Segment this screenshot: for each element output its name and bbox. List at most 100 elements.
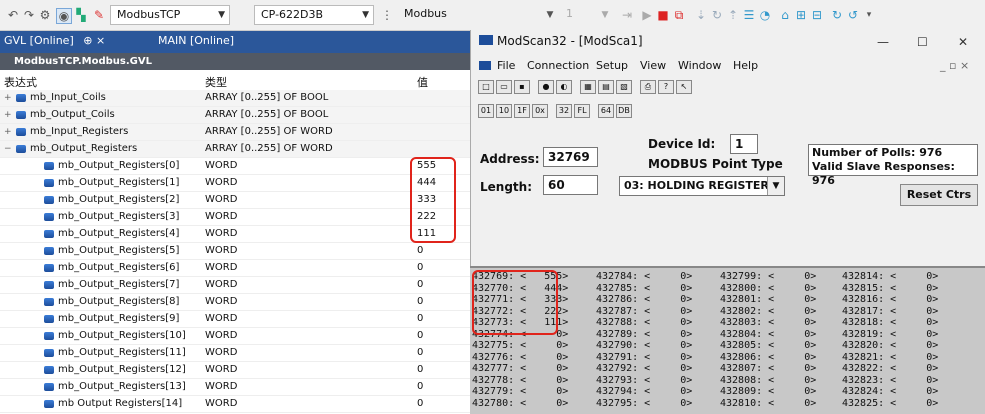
tree-row[interactable]: + mb_Input_Coils ARRAY [0..255] OF BOOL: [0, 90, 470, 107]
new-icon[interactable]: □: [478, 80, 494, 94]
menu-setup[interactable]: Setup: [596, 59, 628, 72]
register-cell[interactable]: 432777: < 0>: [472, 364, 568, 374]
variable-value[interactable]: 0: [417, 362, 423, 378]
reset-icon[interactable]: ◔: [758, 8, 772, 22]
register-cell[interactable]: 432818: < 0>: [842, 318, 938, 328]
format-swap-icon[interactable]: 64: [598, 104, 614, 118]
monitor-icon[interactable]: ⌂: [778, 8, 792, 22]
register-cell[interactable]: 432809: < 0>: [720, 387, 816, 397]
tree-row[interactable]: mb_Output_Registers[13] WORD 0: [0, 379, 470, 396]
register-cell[interactable]: 432793: < 0>: [596, 375, 692, 385]
chevron-down-icon[interactable]: ▼: [543, 8, 557, 22]
register-cell[interactable]: 432807: < 0>: [720, 364, 816, 374]
reset-counters-button[interactable]: Reset Ctrs: [900, 184, 978, 206]
tree-row[interactable]: mb_Output_Registers[2] WORD 333: [0, 192, 470, 209]
register-cell[interactable]: 432790: < 0>: [596, 341, 692, 351]
tab-main-online[interactable]: MAIN [Online]: [158, 34, 234, 47]
context-help-icon[interactable]: ↖: [676, 80, 692, 94]
tree-row[interactable]: mb_Output_Registers[5] WORD 0: [0, 243, 470, 260]
open-icon[interactable]: ▭: [496, 80, 512, 94]
register-cell[interactable]: 432804: < 0>: [720, 329, 816, 339]
tree-row[interactable]: mb_Output_Registers[8] WORD 0: [0, 294, 470, 311]
length-field[interactable]: 60: [543, 175, 598, 195]
maximize-button[interactable]: ☐: [917, 35, 928, 49]
register-cell[interactable]: 432824: < 0>: [842, 387, 938, 397]
register-cell[interactable]: 432820: < 0>: [842, 341, 938, 351]
variable-value[interactable]: 0: [417, 379, 423, 395]
variable-value[interactable]: 0: [417, 277, 423, 293]
register-cell[interactable]: 432794: < 0>: [596, 387, 692, 397]
register-cell[interactable]: 432779: < 0>: [472, 387, 568, 397]
minimize-button[interactable]: —: [877, 35, 889, 49]
disconnect-icon[interactable]: ◐: [556, 80, 572, 94]
scan-icon[interactable]: ✎: [92, 8, 106, 22]
menu-window[interactable]: Window: [678, 59, 721, 72]
tree-row[interactable]: mb_Output_Registers[9] WORD 0: [0, 311, 470, 328]
tree-row[interactable]: mb_Output_Registers[0] WORD 555: [0, 158, 470, 175]
menu-help[interactable]: Help: [733, 59, 758, 72]
format-10-icon[interactable]: 10: [496, 104, 512, 118]
tab-close-icon[interactable]: ⊕ ×: [83, 34, 105, 47]
tree-row[interactable]: mb_Output_Registers[11] WORD 0: [0, 345, 470, 362]
register-cell[interactable]: 432822: < 0>: [842, 364, 938, 374]
step-over-icon[interactable]: ⇣: [694, 8, 708, 22]
mdi-controls[interactable]: _ ▫ ×: [940, 59, 969, 72]
expand-toggle-icon[interactable]: −: [4, 141, 12, 157]
network-icon[interactable]: ▚: [74, 8, 88, 22]
register-cell[interactable]: 432821: < 0>: [842, 352, 938, 362]
display3-icon[interactable]: ▧: [616, 80, 632, 94]
menu-connection[interactable]: Connection: [527, 59, 589, 72]
column-type[interactable]: 类型: [205, 74, 227, 90]
tree-row[interactable]: + mb_Input_Registers ARRAY [0..255] OF WOR…: [0, 124, 470, 141]
scope-icon[interactable]: ⊟: [810, 8, 824, 22]
tree-row[interactable]: mb_Output_Registers[12] WORD 0: [0, 362, 470, 379]
protocol-combo[interactable]: Modbus: [398, 5, 548, 25]
tree-row[interactable]: + mb_Output_Coils ARRAY [0..255] OF BOOL: [0, 107, 470, 124]
variable-value[interactable]: 0: [417, 345, 423, 361]
refresh-icon[interactable]: ↻: [830, 8, 844, 22]
trace-icon[interactable]: ⊞: [794, 8, 808, 22]
breakpoint-list-icon[interactable]: ☰: [742, 8, 756, 22]
address-field[interactable]: 32769: [543, 147, 598, 167]
register-cell[interactable]: 432819: < 0>: [842, 329, 938, 339]
format-dbl-icon[interactable]: DB: [616, 104, 632, 118]
tree-row[interactable]: mb_Output_Registers[3] WORD 222: [0, 209, 470, 226]
variable-value[interactable]: 0: [417, 243, 423, 259]
print-icon[interactable]: ⎙: [640, 80, 656, 94]
tree-row[interactable]: mb_Output_Registers[6] WORD 0: [0, 260, 470, 277]
format-float-icon[interactable]: FL: [574, 104, 590, 118]
register-cell[interactable]: 432778: < 0>: [472, 375, 568, 385]
redo-icon[interactable]: ↷: [22, 8, 36, 22]
register-cell[interactable]: 432814: < 0>: [842, 272, 938, 282]
tree-row[interactable]: mb Output Registers[14] WORD 0: [0, 396, 470, 413]
device-combo[interactable]: CP-622D3B ▼: [254, 5, 374, 25]
variable-value[interactable]: 0: [417, 260, 423, 276]
variable-value[interactable]: 0: [417, 396, 423, 412]
menu-view[interactable]: View: [640, 59, 666, 72]
step-into-icon[interactable]: ↻: [710, 8, 724, 22]
register-cell[interactable]: 432817: < 0>: [842, 306, 938, 316]
register-cell[interactable]: 432784: < 0>: [596, 272, 692, 282]
register-cell[interactable]: 432788: < 0>: [596, 318, 692, 328]
display2-icon[interactable]: ▤: [598, 80, 614, 94]
register-cell[interactable]: 432792: < 0>: [596, 364, 692, 374]
expand-toggle-icon[interactable]: +: [4, 124, 12, 140]
register-cell[interactable]: 432789: < 0>: [596, 329, 692, 339]
expand-toggle-icon[interactable]: +: [4, 107, 12, 123]
register-cell[interactable]: 432816: < 0>: [842, 295, 938, 305]
overflow-icon[interactable]: ⋮: [380, 8, 394, 22]
register-cell[interactable]: 432806: < 0>: [720, 352, 816, 362]
variable-value[interactable]: 0: [417, 328, 423, 344]
register-cell[interactable]: 432775: < 0>: [472, 341, 568, 351]
menu-file[interactable]: File: [497, 59, 515, 72]
project-combo[interactable]: ModbusTCP ▼: [110, 5, 230, 25]
logout-icon[interactable]: ⧉: [672, 8, 686, 22]
tree-row[interactable]: mb_Output_Registers[10] WORD 0: [0, 328, 470, 345]
format-0x-icon[interactable]: 0x: [532, 104, 548, 118]
about-icon[interactable]: ?: [658, 80, 674, 94]
register-cell[interactable]: 432810: < 0>: [720, 398, 816, 408]
undo-icon[interactable]: ↶: [6, 8, 20, 22]
format-32-icon[interactable]: 32: [556, 104, 572, 118]
register-cell[interactable]: 432802: < 0>: [720, 306, 816, 316]
tree-row[interactable]: − mb_Output_Registers ARRAY [0..255] OF WO…: [0, 141, 470, 158]
